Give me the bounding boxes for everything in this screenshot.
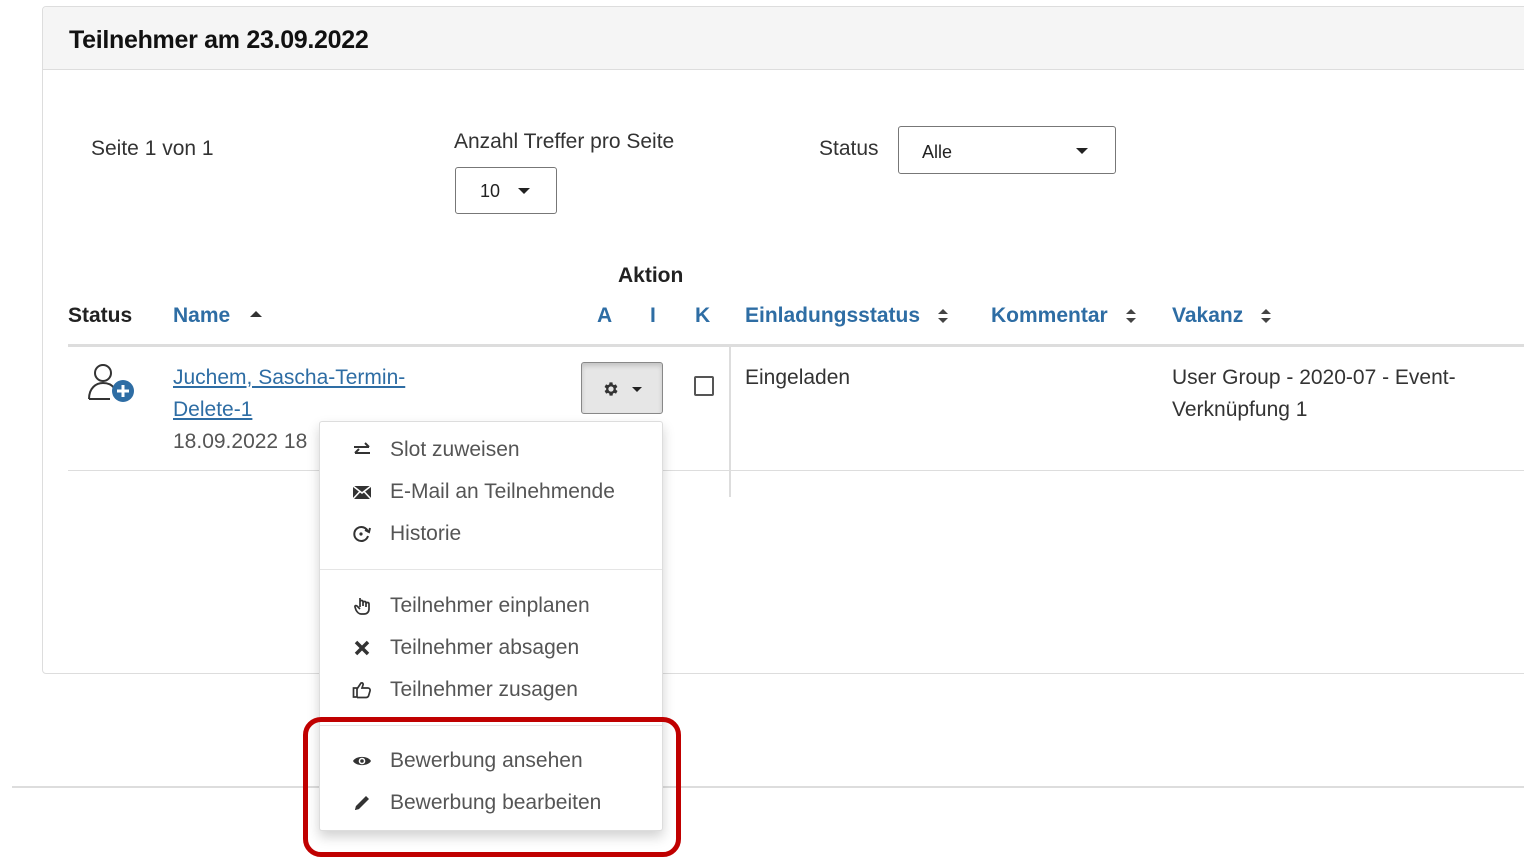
hand-pointer-icon <box>354 598 370 615</box>
col-kommentar-label: Kommentar <box>991 304 1108 327</box>
menu-divider <box>320 725 662 726</box>
col-vakanz-sort[interactable]: Vakanz <box>1172 304 1273 328</box>
vakanz-cell: User Group - 2020-07 - Event- Verknüpfun… <box>1172 362 1524 426</box>
participant-name-link[interactable]: Juchem, Sascha-Termin- Delete-1 <box>173 362 453 426</box>
status-filter-label: Status <box>819 137 879 160</box>
status-filter-value: Alle <box>922 142 953 162</box>
participants-panel: Teilnehmer am 23.09.2022 <box>42 6 1524 674</box>
status-filter-select[interactable]: Alle <box>898 126 1116 174</box>
menu-item-bewerbung-bearbeiten[interactable]: Bewerbung bearbeiten <box>320 785 662 823</box>
menu-item-label: Teilnehmer absagen <box>390 636 580 659</box>
x-mark-icon <box>354 640 370 656</box>
table-header-divider <box>68 344 1524 347</box>
gear-icon <box>604 382 618 396</box>
col-status: Status <box>68 304 133 327</box>
sort-icon <box>1125 309 1138 324</box>
chevron-down-icon <box>1076 148 1088 154</box>
vakanz-line2: Verknüpfung 1 <box>1172 398 1308 421</box>
footer-divider <box>12 786 1524 788</box>
menu-item-label: Teilnehmer zusagen <box>390 678 578 701</box>
sort-icon <box>937 309 950 324</box>
history-icon <box>353 526 371 542</box>
action-group-header: Aktion <box>618 264 684 287</box>
col-einladungsstatus-label: Einladungsstatus <box>745 304 921 327</box>
page-info: Seite 1 von 1 <box>91 137 214 160</box>
participant-date: 18.09.2022 18 <box>173 430 308 453</box>
add-user-icon <box>86 362 138 406</box>
menu-item-historie[interactable]: Historie <box>320 516 662 554</box>
panel-title: Teilnehmer am 23.09.2022 <box>69 26 369 54</box>
menu-item-label: Slot zuweisen <box>390 438 520 461</box>
menu-item-einplanen[interactable]: Teilnehmer einplanen <box>320 588 662 626</box>
menu-item-label: Bewerbung ansehen <box>390 749 583 772</box>
actions-dropdown-button[interactable] <box>581 362 663 414</box>
table-row-divider <box>68 470 1524 471</box>
thumbs-up-icon <box>352 682 371 699</box>
col-name-label: Name <box>173 304 231 327</box>
sort-icon <box>1261 309 1273 324</box>
menu-item-label: Bewerbung bearbeiten <box>390 791 602 814</box>
participant-name-line1: Juchem, Sascha-Termin- <box>173 366 406 389</box>
einladungsstatus-cell: Eingeladen <box>745 366 851 389</box>
menu-divider <box>320 569 662 570</box>
chevron-down-icon <box>518 188 530 194</box>
per-page-select[interactable]: 10 <box>455 167 557 214</box>
chevron-down-icon <box>632 387 642 392</box>
menu-item-label: Historie <box>390 522 462 545</box>
swap-icon <box>354 442 370 454</box>
column-divider <box>729 347 731 497</box>
vakanz-line1: User Group - 2020-07 - Event- <box>1172 366 1456 389</box>
menu-item-email[interactable]: E-Mail an Teilnehmende <box>320 474 662 512</box>
actions-dropdown-menu: Slot zuweisen E-Mail an Teilnehmende His… <box>319 421 663 831</box>
pencil-icon <box>355 796 369 810</box>
col-i: I <box>650 304 656 327</box>
per-page-value: 10 <box>480 181 501 201</box>
menu-item-zusagen[interactable]: Teilnehmer zusagen <box>320 672 662 710</box>
col-vakanz-label: Vakanz <box>1172 304 1244 327</box>
menu-item-label: Teilnehmer einplanen <box>390 594 590 617</box>
col-a: A <box>597 304 613 327</box>
menu-item-slot-zuweisen[interactable]: Slot zuweisen <box>320 432 662 470</box>
row-checkbox[interactable] <box>694 376 714 396</box>
col-k: K <box>695 304 711 327</box>
per-page-label: Anzahl Treffer pro Seite <box>454 130 675 153</box>
col-name-sort[interactable]: Name <box>173 304 263 328</box>
col-einladungsstatus-sort[interactable]: Einladungsstatus <box>745 304 950 328</box>
menu-item-label: E-Mail an Teilnehmende <box>390 480 615 503</box>
menu-item-absagen[interactable]: Teilnehmer absagen <box>320 630 662 668</box>
menu-item-bewerbung-ansehen[interactable]: Bewerbung ansehen <box>320 743 662 781</box>
eye-icon <box>353 756 371 766</box>
envelope-icon <box>352 485 372 500</box>
sort-ascending-icon <box>250 311 263 318</box>
col-kommentar-sort[interactable]: Kommentar <box>991 304 1138 328</box>
